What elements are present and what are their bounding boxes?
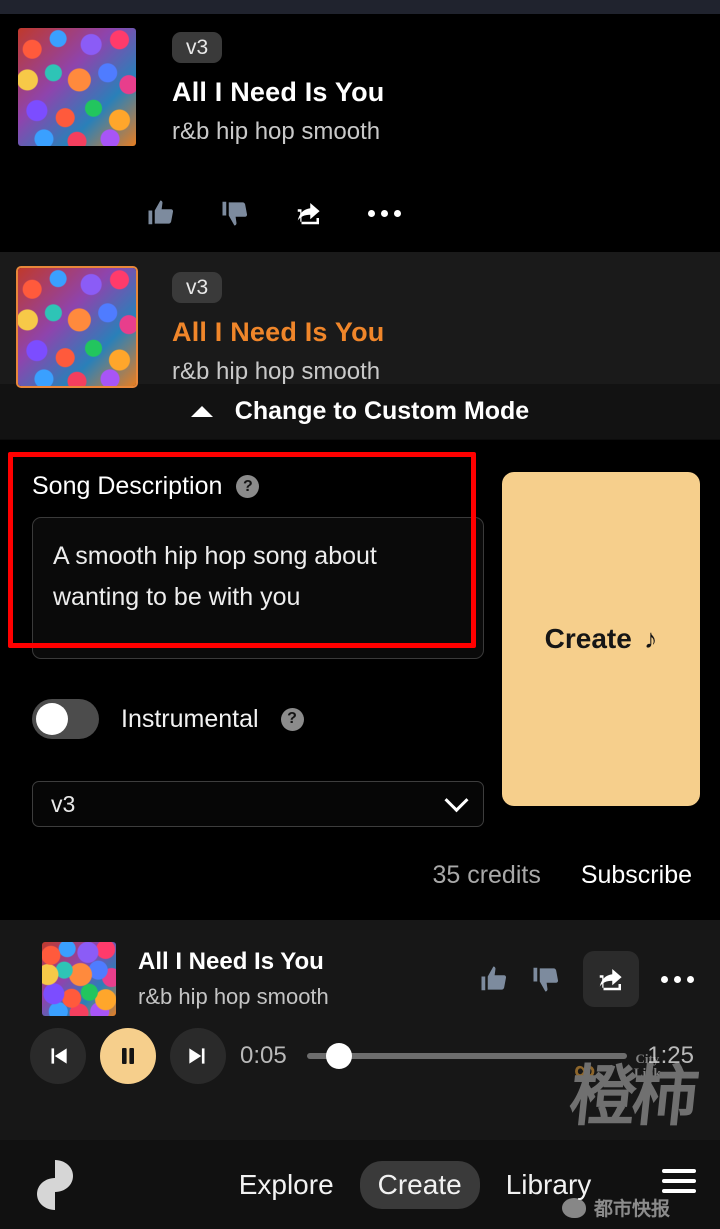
nav-item-create[interactable]: Create (359, 1160, 480, 1209)
more-options-icon[interactable] (661, 964, 694, 994)
player-title: All I Need Is You (138, 948, 324, 975)
create-button[interactable]: Create ♪ (502, 472, 700, 806)
suno-wave-logo[interactable] (0, 1156, 110, 1214)
create-panel: Song Description ? A smooth hip hop song… (0, 440, 720, 904)
song-description-value: A smooth hip hop song about wanting to b… (53, 542, 377, 611)
player-actions (479, 951, 694, 1007)
next-track-icon[interactable] (170, 1028, 226, 1084)
credits-row: 35 credits Subscribe (432, 861, 692, 890)
status-bar (0, 0, 720, 14)
change-to-custom-mode-button[interactable]: Change to Custom Mode (0, 384, 720, 440)
song-actions-1 (146, 198, 401, 228)
song-subtitle: r&b hip hop smooth (172, 118, 381, 145)
help-icon[interactable]: ? (236, 475, 260, 498)
song-description-input[interactable]: A smooth hip hop song about wanting to b… (32, 517, 484, 659)
more-options-icon[interactable] (368, 198, 401, 228)
chevron-up-icon (190, 406, 213, 417)
version-badge: v3 (172, 32, 223, 63)
total-time: 1:25 (647, 1042, 694, 1069)
help-icon[interactable]: ? (280, 707, 304, 731)
song-title[interactable]: All I Need Is You (172, 317, 384, 348)
chevron-down-icon (444, 787, 469, 812)
instrumental-label: Instrumental (121, 704, 259, 733)
song-description-label: Song Description (32, 472, 223, 500)
thumbs-up-icon[interactable] (146, 198, 176, 228)
create-action-col: Create ♪ (502, 452, 700, 827)
instrumental-row: Instrumental ? (28, 699, 484, 739)
player-meta: All I Need Is You r&b hip hop smooth (138, 948, 479, 1010)
current-time: 0:05 (240, 1042, 287, 1069)
album-art-thumbnail[interactable] (18, 268, 136, 386)
song-description-header: Song Description ? (32, 472, 484, 501)
album-art-thumbnail[interactable] (18, 28, 136, 146)
model-version-value: v3 (51, 790, 76, 817)
thumbs-down-icon[interactable] (220, 198, 250, 228)
instrumental-toggle[interactable] (32, 699, 99, 739)
player-subtitle: r&b hip hop smooth (138, 984, 329, 1009)
progress-thumb[interactable] (325, 1043, 352, 1069)
progress-track (306, 1053, 628, 1059)
model-version-select[interactable]: v3 (32, 781, 484, 827)
song-title[interactable]: All I Need Is You (172, 77, 384, 108)
create-button-label: Create (544, 623, 632, 654)
thumbs-up-icon[interactable] (479, 964, 509, 994)
progress-slider[interactable] (306, 1043, 628, 1069)
nav-item-library[interactable]: Library (488, 1161, 610, 1209)
thumbs-down-icon[interactable] (531, 964, 561, 994)
subscribe-link[interactable]: Subscribe (581, 861, 692, 890)
player-track-info: All I Need Is You r&b hip hop smooth (0, 920, 720, 1016)
now-playing-bar: All I Need Is You r&b hip hop smooth 0:0… (0, 920, 720, 1140)
share-icon[interactable] (294, 198, 324, 228)
share-icon[interactable] (583, 951, 639, 1007)
song-card-2[interactable]: v3 All I Need Is You r&b hip hop smooth (0, 252, 720, 386)
version-badge: v3 (172, 272, 223, 303)
credits-count: 35 credits (432, 861, 541, 889)
pause-icon[interactable] (100, 1028, 156, 1084)
nav-items: Explore Create Library (110, 1160, 720, 1209)
bottom-navigation: Explore Create Library (0, 1140, 720, 1229)
toggle-knob (36, 703, 68, 735)
song-description-block: Song Description ? A smooth hip hop song… (28, 452, 484, 659)
nav-item-explore[interactable]: Explore (221, 1161, 352, 1209)
previous-track-icon[interactable] (30, 1028, 86, 1084)
music-note-icon: ♪ (643, 623, 658, 654)
song-card-1[interactable]: v3 All I Need Is You r&b hip hop smooth (0, 14, 720, 252)
app-screen: v3 All I Need Is You r&b hip hop smooth … (0, 0, 720, 1229)
player-controls: 0:05 1:25 (0, 1016, 720, 1084)
create-form: Song Description ? A smooth hip hop song… (28, 452, 484, 827)
song-subtitle: r&b hip hop smooth (172, 358, 381, 385)
hamburger-menu-icon[interactable] (662, 1169, 696, 1199)
song-meta-2: v3 All I Need Is You r&b hip hop smooth (136, 268, 384, 385)
change-mode-label: Change to Custom Mode (234, 397, 530, 425)
player-album-art[interactable] (42, 942, 116, 1016)
